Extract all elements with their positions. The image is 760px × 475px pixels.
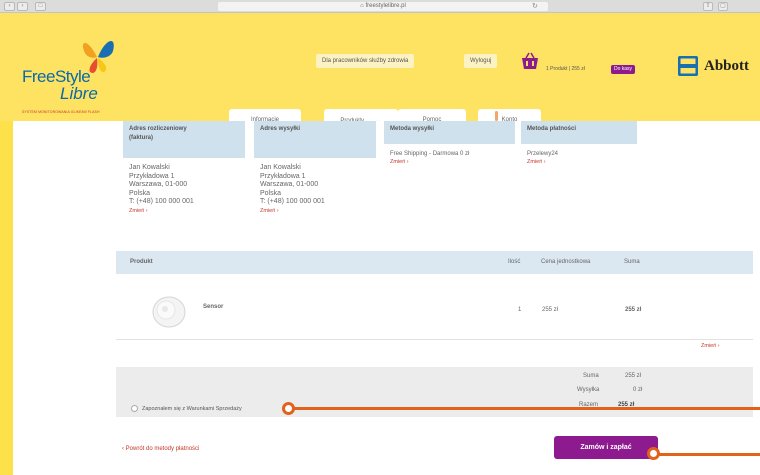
billing-address-title: Adres rozliczeniowy (faktura) (123, 121, 245, 158)
billing-address-body: Jan Kowalski Przykładowa 1 Warszawa, 01-… (123, 158, 245, 215)
billing-city: Warszawa, 01-000 (129, 181, 188, 188)
payment-method-body: Przelewy24 Zmień › (521, 144, 637, 166)
basket-icon[interactable] (519, 50, 541, 72)
billing-address: Adres rozliczeniowy (faktura) Jan Kowals… (123, 121, 245, 215)
billing-country: Polska (129, 189, 151, 197)
shipping-change-link[interactable]: Zmień › (260, 207, 370, 216)
shipping-street: Przykładowa 1 (260, 172, 306, 180)
checkout-review: Adres rozliczeniowy (faktura) Jan Kowals… (13, 121, 760, 475)
basket-summary[interactable]: 1 Produkt | 255 zł (546, 66, 585, 72)
sensor-product-image (152, 296, 186, 328)
shipping-city: Warszawa, 01-000 (260, 181, 319, 188)
shipping-method-value: Free Shipping - Darmowa 0 zł (390, 151, 470, 157)
billing-title-line2: (faktura) (129, 135, 154, 141)
freestyle-libre-logo[interactable]: FreeStyle Libre SYSTEM MONITOROWANIA GLI… (22, 35, 117, 115)
product-qty: 1 (518, 307, 522, 313)
payment-method: Metoda płatności Przelewy24 Zmień › (521, 121, 637, 166)
abbott-brand: Abbott (704, 58, 750, 74)
payment-method-change-link[interactable]: Zmień › (527, 158, 631, 166)
shipping-method-title: Metoda wysyłki (384, 121, 515, 144)
subtotal-value: 255 zł (625, 373, 642, 379)
order-and-pay-button[interactable]: Zamów i zapłać (554, 436, 658, 459)
shipping-label: Wysyłka (577, 387, 600, 393)
forward-icon[interactable]: › (17, 2, 28, 11)
tabs-icon[interactable]: ▢ (718, 2, 728, 11)
shipping-method: Metoda wysyłki Free Shipping - Darmowa 0… (384, 121, 515, 166)
shipping-address-body: Jan Kowalski Przykładowa 1 Warszawa, 01-… (254, 158, 376, 215)
shipping-method-change-link[interactable]: Zmień › (390, 158, 509, 166)
column-qty: Ilość (508, 259, 521, 265)
product-unit-price: 255 zł (542, 307, 559, 313)
product-total: 255 zł (625, 307, 642, 313)
health-professionals-button[interactable]: Dla pracowników służby zdrowia (316, 54, 415, 68)
active-tab-indicator (495, 111, 498, 121)
subtotal-label: Suma (583, 373, 599, 379)
browser-toolbar: ‹ › □ ⌂ freestylelibre.pl ↻ ⇧ ▢ (0, 0, 760, 13)
reload-icon[interactable]: ↻ (532, 2, 538, 11)
share-icon[interactable]: ⇧ (703, 2, 713, 11)
shipping-address: Adres wysyłki Jan Kowalski Przykładowa 1… (254, 121, 376, 215)
shipping-phone: T: (+48) 100 000 001 (260, 198, 325, 205)
callout-line (655, 453, 760, 456)
billing-street: Przykładowa 1 (129, 172, 175, 180)
logout-button[interactable]: Wyloguj (464, 54, 498, 68)
address-bar[interactable]: ⌂ freestylelibre.pl (218, 2, 548, 11)
payment-method-title: Metoda płatności (521, 121, 637, 144)
payment-method-value: Przelewy24 (527, 151, 559, 157)
logo-libre-text: Libre (60, 84, 98, 103)
logo-tagline: SYSTEM MONITOROWANIA GLIKEMII FLASH (22, 110, 100, 114)
shipping-address-title: Adres wysyłki (254, 121, 376, 158)
billing-name: Jan Kowalski (129, 164, 170, 171)
back-to-payment-link[interactable]: ‹ Powrót do metody płatności (122, 446, 199, 452)
callout-line (289, 407, 760, 410)
callout-dot (647, 447, 660, 460)
shipping-method-body: Free Shipping - Darmowa 0 zł Zmień › (384, 144, 515, 166)
table-divider (116, 339, 753, 340)
back-icon[interactable]: ‹ (4, 2, 15, 11)
checkout-button[interactable]: Do kasy (611, 65, 636, 74)
sidebar-toggle-icon[interactable]: □ (35, 2, 46, 11)
billing-title-line1: Adres rozliczeniowy (129, 126, 187, 132)
terms-label[interactable]: Zapoznałem się z Warunkami Sprzedaży (142, 406, 242, 412)
site-header: FreeStyle Libre SYSTEM MONITOROWANIA GLI… (0, 13, 760, 132)
product-table-header: Produkt Ilość Cena jednostkowa Suma (116, 251, 753, 274)
shipping-country: Polska (260, 189, 282, 197)
terms-checkbox[interactable] (131, 405, 138, 412)
column-product: Produkt (130, 259, 153, 265)
abbott-logo-icon (678, 56, 698, 76)
cart-change-link[interactable]: Zmień › (701, 343, 720, 349)
billing-change-link[interactable]: Zmień › (129, 207, 239, 216)
column-total: Suma (624, 259, 640, 265)
callout-dot (282, 402, 295, 415)
billing-phone: T: (+48) 100 000 001 (129, 198, 194, 205)
product-name: Sensor (203, 304, 224, 310)
shipping-value: 0 zł (633, 387, 643, 393)
shipping-name: Jan Kowalski (260, 164, 301, 171)
column-unit-price: Cena jednostkowa (541, 259, 591, 265)
